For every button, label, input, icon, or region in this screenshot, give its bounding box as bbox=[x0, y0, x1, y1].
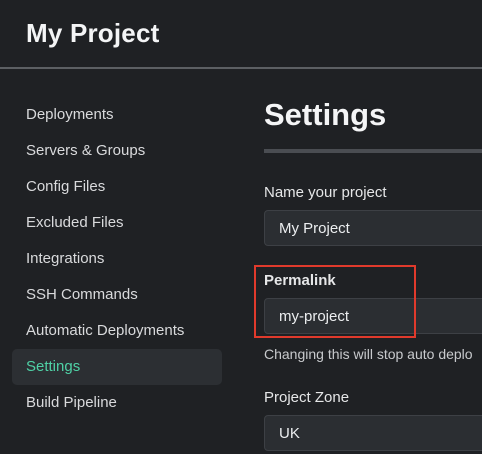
sidebar-item-label: Servers & Groups bbox=[26, 142, 146, 159]
sidebar-item-settings[interactable]: Settings bbox=[12, 349, 222, 385]
permalink-input[interactable] bbox=[264, 298, 482, 334]
page-title: Settings bbox=[264, 97, 387, 132]
sidebar-item-label: Deployments bbox=[26, 106, 114, 123]
project-zone-label: Project Zone bbox=[264, 389, 350, 406]
sidebar-item-label: Build Pipeline bbox=[26, 394, 117, 411]
project-name-label: Name your project bbox=[264, 184, 387, 201]
sidebar-item-excluded-files[interactable]: Excluded Files bbox=[12, 205, 222, 241]
sidebar-item-ssh-commands[interactable]: SSH Commands bbox=[12, 277, 222, 313]
sidebar-item-label: SSH Commands bbox=[26, 286, 138, 303]
project-name-input[interactable] bbox=[264, 210, 482, 246]
sidebar-item-integrations[interactable]: Integrations bbox=[12, 241, 222, 277]
sidebar-item-label: Config Files bbox=[26, 178, 106, 195]
permalink-hint: Changing this will stop auto deplo bbox=[264, 346, 473, 362]
sidebar-item-label: Settings bbox=[26, 358, 81, 375]
top-header: My Project bbox=[0, 0, 482, 69]
app-root: My Project Deployments Servers & Groups … bbox=[0, 0, 482, 454]
project-title: My Project bbox=[26, 18, 160, 48]
sidebar-item-servers-groups[interactable]: Servers & Groups bbox=[12, 133, 222, 169]
sidebar-item-build-pipeline[interactable]: Build Pipeline bbox=[12, 385, 222, 421]
title-divider bbox=[264, 149, 482, 153]
sidebar-item-label: Excluded Files bbox=[26, 214, 124, 231]
sidebar-item-automatic-deployments[interactable]: Automatic Deployments bbox=[12, 313, 222, 349]
sidebar-item-config-files[interactable]: Config Files bbox=[12, 169, 222, 205]
project-zone-select[interactable] bbox=[264, 415, 482, 451]
permalink-label: Permalink bbox=[264, 272, 336, 289]
sidebar-item-deployments[interactable]: Deployments bbox=[12, 97, 222, 133]
sidebar-nav: Deployments Servers & Groups Config File… bbox=[0, 69, 240, 454]
sidebar-item-label: Integrations bbox=[26, 250, 105, 267]
sidebar-item-label: Automatic Deployments bbox=[26, 322, 185, 339]
